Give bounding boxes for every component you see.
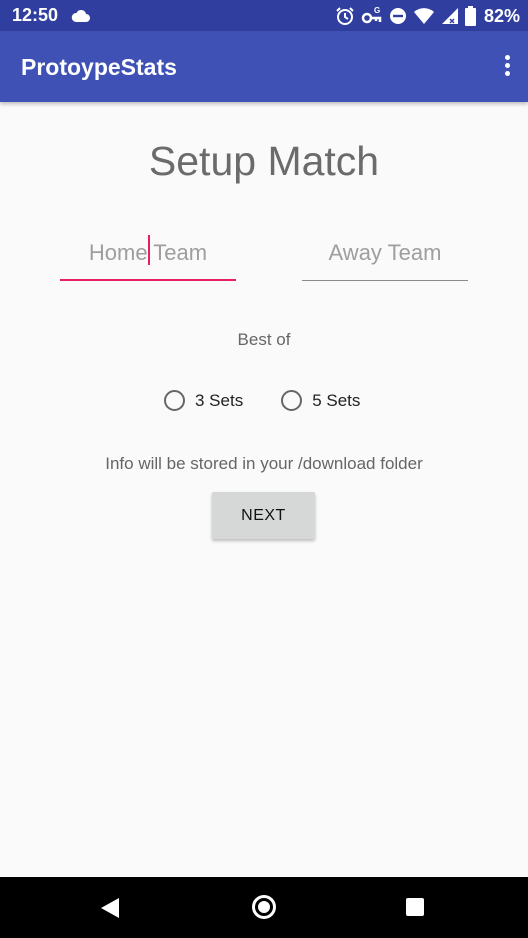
away-team-underline	[302, 280, 468, 281]
navigation-bar	[0, 877, 528, 938]
cloud-icon	[71, 9, 90, 22]
status-time: 12:50	[12, 5, 59, 25]
page-title: Setup Match	[148, 138, 380, 184]
away-team-field[interactable]	[302, 231, 468, 281]
recents-icon[interactable]	[406, 898, 424, 916]
radio-button-icon[interactable]	[164, 390, 185, 411]
do-not-disturb-icon	[389, 8, 406, 24]
setup-form: Setup Match Best of 3 Sets 5 Sets Info w…	[0, 102, 528, 877]
home-team-field[interactable]	[60, 231, 236, 281]
next-button[interactable]: NEXT	[212, 492, 315, 539]
home-team-underline	[60, 279, 236, 281]
alarm-icon	[336, 7, 354, 25]
sets-radio-group: 3 Sets 5 Sets	[164, 390, 360, 411]
svg-text:G: G	[374, 6, 380, 15]
radio-button-icon[interactable]	[281, 390, 303, 411]
home-icon[interactable]	[252, 895, 276, 919]
back-icon[interactable]	[100, 897, 120, 919]
wifi-icon	[413, 8, 434, 24]
app-bar: ProtoypeStats	[0, 31, 528, 102]
status-icons: G 82%	[335, 4, 520, 28]
best-of-label: Best of	[237, 330, 291, 349]
vpn-key-icon: G	[361, 6, 382, 24]
app-title: ProtoypeStats	[21, 54, 177, 80]
storage-info-text: Info will be stored in your /download fo…	[105, 454, 423, 473]
radio-label-3-sets[interactable]: 3 Sets	[195, 391, 243, 411]
radio-5-sets[interactable]: 5 Sets	[281, 390, 360, 411]
overflow-menu-icon[interactable]	[500, 53, 514, 81]
away-team-input[interactable]	[302, 231, 468, 275]
battery-percent: 82%	[483, 5, 520, 26]
status-bar: 12:50 G 82%	[0, 0, 528, 31]
battery-icon	[464, 6, 476, 26]
radio-label-5-sets[interactable]: 5 Sets	[312, 391, 360, 411]
radio-3-sets[interactable]: 3 Sets	[164, 390, 243, 411]
text-cursor	[148, 235, 150, 265]
signal-icon	[441, 8, 458, 24]
